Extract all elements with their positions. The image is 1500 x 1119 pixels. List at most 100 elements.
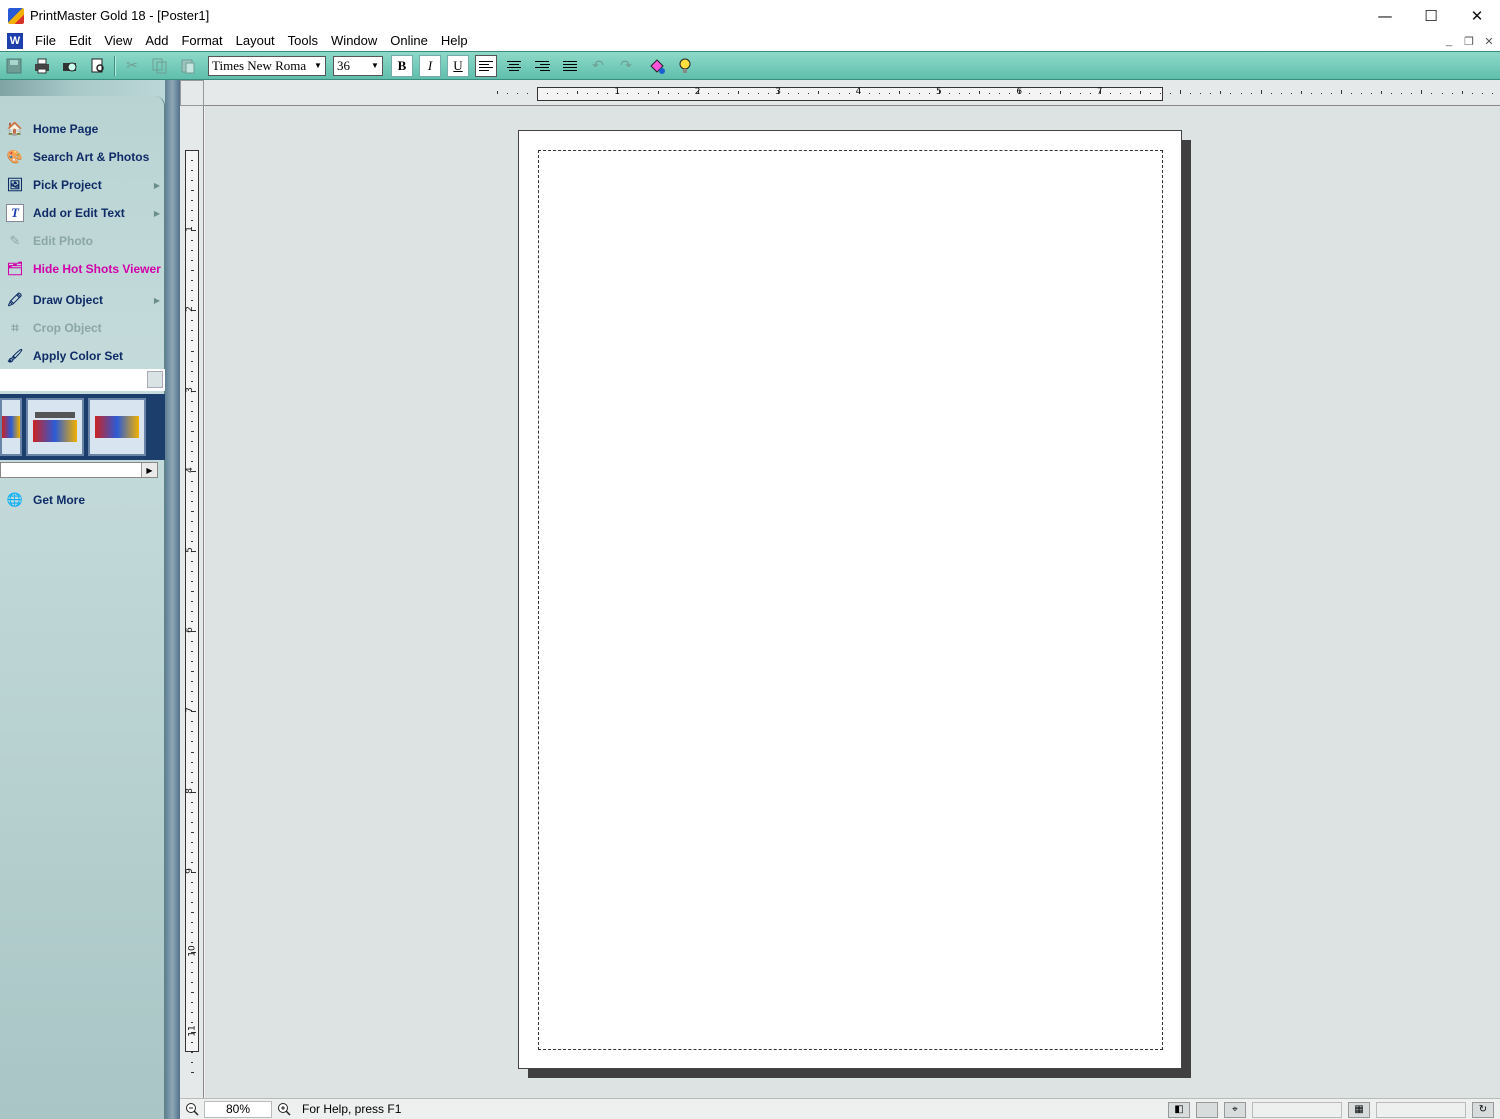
document-menu-icon[interactable]: W xyxy=(7,33,23,49)
align-left-icon[interactable] xyxy=(475,54,497,77)
page-indicator-icon[interactable]: ◧ xyxy=(1168,1101,1190,1118)
minimize-button[interactable]: — xyxy=(1362,0,1408,31)
ruler-tick xyxy=(557,93,559,94)
ruler-corner xyxy=(180,80,204,106)
ruler-tick xyxy=(191,430,194,432)
save-icon[interactable] xyxy=(3,55,25,77)
print-preview-icon[interactable] xyxy=(59,55,81,77)
zoom-out-icon[interactable] xyxy=(184,1101,200,1117)
ruler-tick xyxy=(191,190,194,192)
ruler-tick xyxy=(191,1062,193,1064)
ruler-label: 3 xyxy=(775,87,781,97)
hot-shot-thumbnail[interactable] xyxy=(26,398,84,456)
ruler-tick xyxy=(191,240,193,242)
menu-layout[interactable]: Layout xyxy=(230,31,282,51)
ruler-tick xyxy=(191,701,193,703)
ruler-tick xyxy=(1290,93,1292,94)
ruler-label: 2 xyxy=(694,87,701,97)
font-name-select[interactable]: Times New Roma ▼ xyxy=(208,55,326,76)
page-view-icon[interactable] xyxy=(87,55,109,77)
task-add-edit-text[interactable]: T Add or Edit Text ▶ xyxy=(6,202,164,224)
ruler-tick xyxy=(1491,93,1493,94)
chevron-down-icon[interactable]: ▼ xyxy=(368,56,382,75)
doc-close-button[interactable]: ✕ xyxy=(1482,35,1496,48)
chevron-down-icon[interactable]: ▼ xyxy=(311,56,325,75)
ruler-tick xyxy=(191,571,193,573)
submenu-arrow-icon: ▶ xyxy=(153,208,160,218)
printable-margin xyxy=(538,150,1163,1050)
ruler-tick xyxy=(1150,93,1152,94)
lightbulb-icon[interactable] xyxy=(674,55,696,77)
justify-icon[interactable] xyxy=(559,55,581,77)
ruler-tick xyxy=(607,93,609,94)
task-label: Edit Photo xyxy=(33,234,93,248)
ruler-tick xyxy=(191,831,194,833)
doc-minimize-button[interactable]: _ xyxy=(1442,35,1456,47)
hot-shot-thumbnail[interactable] xyxy=(88,398,146,456)
ruler-tick xyxy=(1210,93,1212,94)
underline-button[interactable]: U xyxy=(447,54,469,77)
ruler-tick xyxy=(1381,91,1383,94)
color-fill-icon[interactable] xyxy=(646,55,668,77)
task-draw-object[interactable]: 🖍 Draw Object ▶ xyxy=(6,289,164,311)
menu-file[interactable]: File xyxy=(29,31,63,51)
task-hide-hot-shots[interactable]: 🗂 Hide Hot Shots Viewer xyxy=(6,258,164,280)
menu-view[interactable]: View xyxy=(98,31,139,51)
undo-icon[interactable]: ↶ xyxy=(587,55,609,77)
hot-shots-close-button[interactable] xyxy=(147,371,163,388)
layer-indicator-icon[interactable] xyxy=(1196,1101,1218,1118)
paste-icon[interactable] xyxy=(177,55,199,77)
ruler-tick xyxy=(191,530,193,532)
ruler-tick xyxy=(191,340,193,342)
hot-shot-thumbnail[interactable] xyxy=(0,398,22,456)
task-pick-project[interactable]: 🖼 Pick Project ▶ xyxy=(6,174,164,196)
task-edit-photo: ✎ Edit Photo xyxy=(6,230,164,252)
ruler-tick xyxy=(191,741,193,743)
copy-icon[interactable] xyxy=(149,55,171,77)
ruler-tick xyxy=(1431,93,1433,94)
menu-window[interactable]: Window xyxy=(325,31,384,51)
task-home-page[interactable]: 🏠 Home Page xyxy=(6,118,164,140)
ruler-tick xyxy=(1280,93,1282,94)
maximize-button[interactable]: ☐ xyxy=(1408,0,1454,31)
task-search-art[interactable]: 🎨 Search Art & Photos xyxy=(6,146,164,168)
ruler-tick xyxy=(191,420,193,422)
ruler-tick xyxy=(989,93,991,94)
align-center-icon[interactable] xyxy=(503,55,525,77)
scroll-right-icon[interactable]: ▶ xyxy=(141,463,157,477)
zoom-in-icon[interactable] xyxy=(276,1101,292,1117)
print-icon[interactable] xyxy=(31,55,53,77)
doc-restore-button[interactable]: ❐ xyxy=(1462,35,1476,48)
task-get-more[interactable]: 🌐 Get More xyxy=(6,489,164,511)
menu-add[interactable]: Add xyxy=(139,31,175,51)
ruler-tick xyxy=(191,460,193,462)
font-size-value: 36 xyxy=(337,57,350,73)
menu-tools[interactable]: Tools xyxy=(282,31,325,51)
menu-help[interactable]: Help xyxy=(435,31,475,51)
close-button[interactable]: ✕ xyxy=(1454,0,1500,31)
ruler-tick xyxy=(1039,93,1041,94)
ruler-label: 6 xyxy=(1016,87,1023,97)
poster-page[interactable] xyxy=(518,130,1182,1069)
task-apply-color-set[interactable]: 🖌 Apply Color Set xyxy=(6,345,164,367)
italic-button[interactable]: I xyxy=(419,54,441,77)
ruler-tick xyxy=(191,671,194,673)
ruler-tick xyxy=(1049,93,1051,94)
menu-format[interactable]: Format xyxy=(175,31,229,51)
ruler-tick xyxy=(1069,93,1071,94)
menu-online[interactable]: Online xyxy=(384,31,435,51)
redo-icon[interactable]: ↷ xyxy=(615,55,637,77)
ruler-tick xyxy=(1190,93,1192,94)
ruler-tick xyxy=(191,1072,194,1074)
ruler-tick xyxy=(969,93,971,94)
ruler-tick xyxy=(191,931,193,933)
menu-edit[interactable]: Edit xyxy=(63,31,98,51)
cut-icon[interactable]: ✂ xyxy=(121,55,143,77)
ruler-tick xyxy=(667,93,669,94)
hot-shots-scrollbar[interactable]: ▶ xyxy=(0,462,158,478)
bold-button[interactable]: B xyxy=(391,54,413,77)
font-size-select[interactable]: 36 ▼ xyxy=(333,55,383,76)
align-right-icon[interactable] xyxy=(531,55,553,77)
ruler-tick xyxy=(1200,93,1202,94)
panel-splitter[interactable] xyxy=(165,80,180,1119)
